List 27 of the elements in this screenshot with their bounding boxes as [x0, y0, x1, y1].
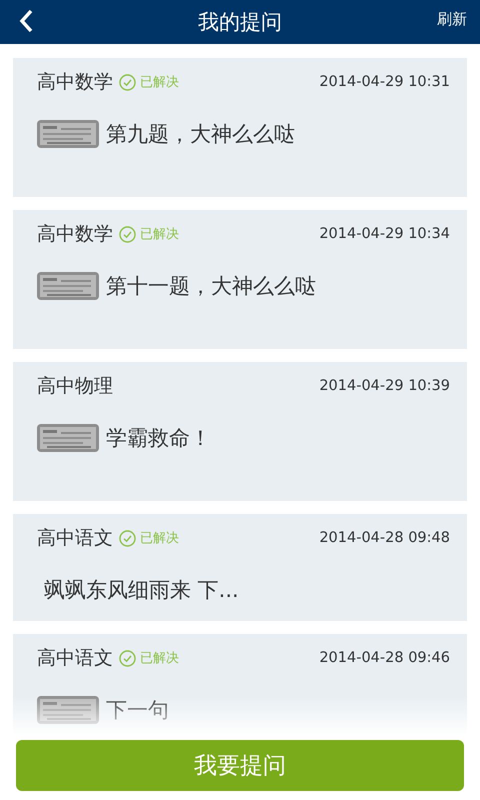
- question-text: 下一句: [106, 697, 169, 724]
- timestamp: 2014-04-28 09:46: [319, 650, 450, 666]
- subject-label: 高中物理: [37, 374, 113, 399]
- question-text: 学霸救命！: [106, 425, 211, 452]
- page-title: 我的提问: [198, 9, 282, 36]
- back-icon: [18, 8, 34, 34]
- refresh-button[interactable]: 刷新: [437, 10, 467, 29]
- timestamp: 2014-04-29 10:31: [319, 74, 450, 90]
- subject-label: 高中语文: [37, 526, 113, 551]
- question-text: 第九题，大神么么哒: [106, 121, 295, 148]
- status-label: 已解决: [140, 530, 179, 547]
- question-text: 飒飒东风细雨来 下...: [43, 577, 239, 604]
- timestamp: 2014-04-29 10:34: [319, 226, 450, 242]
- timestamp: 2014-04-28 09:48: [319, 530, 450, 546]
- subject-label: 高中语文: [37, 646, 113, 671]
- status-label: 已解决: [140, 226, 179, 243]
- status-label: 已解决: [140, 650, 179, 667]
- question-card[interactable]: 高中语文 已解决 2014-04-28 09:48 飒飒东风细雨来 下...: [13, 514, 467, 621]
- back-button[interactable]: [18, 8, 34, 34]
- timestamp: 2014-04-29 10:39: [319, 378, 450, 394]
- subject-label: 高中数学: [37, 222, 113, 247]
- question-card[interactable]: 高中数学 已解决 2014-04-29 10:31 第九题，大神么么哒: [13, 58, 467, 197]
- status-label: 已解决: [140, 74, 179, 91]
- question-card[interactable]: 高中数学 已解决 2014-04-29 10:34 第十一题，大神么么哒: [13, 210, 467, 349]
- question-card[interactable]: 高中物理 2014-04-29 10:39 学霸救命！: [13, 362, 467, 501]
- subject-label: 高中数学: [37, 70, 113, 95]
- question-text: 第十一题，大神么么哒: [106, 273, 316, 300]
